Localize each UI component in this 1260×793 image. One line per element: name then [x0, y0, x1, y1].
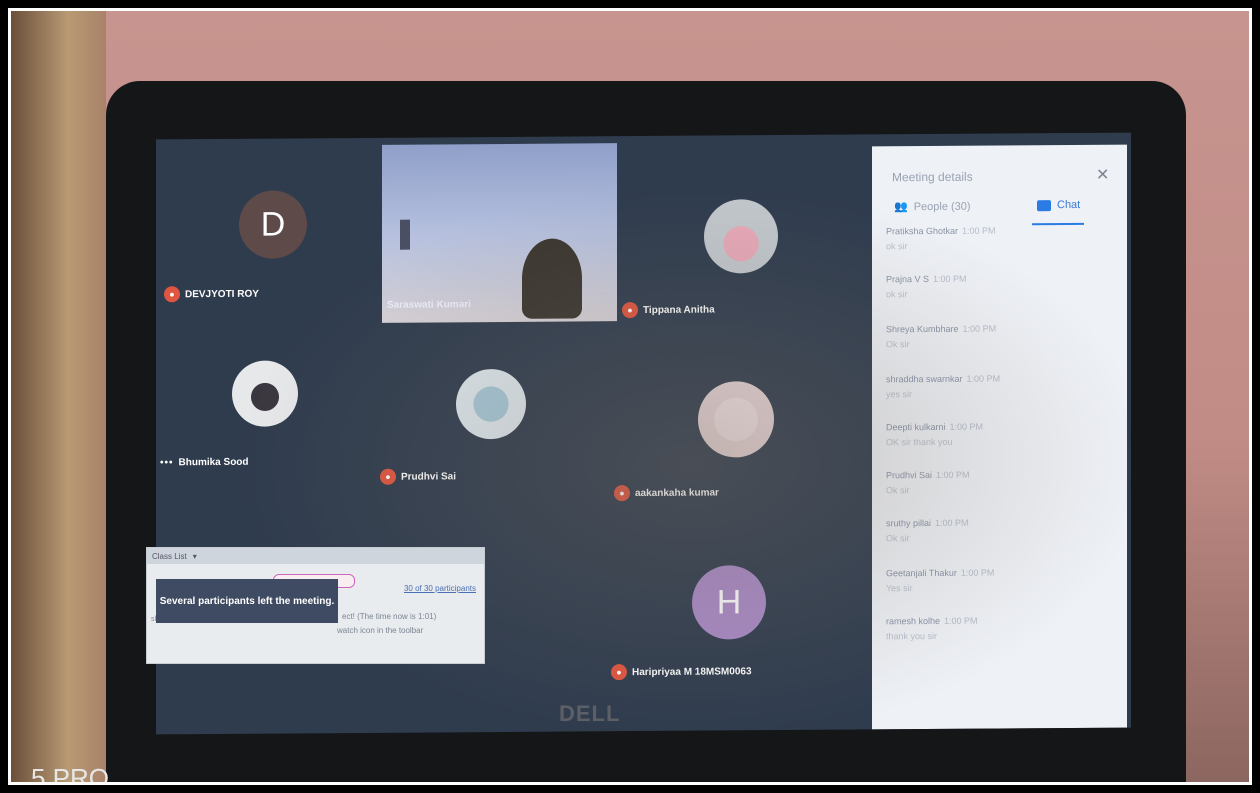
tab-chat-indicator [1032, 222, 1084, 226]
photo-frame: D ● DEVJYOTI ROY Saraswati Kumari ● Tipp… [8, 8, 1252, 785]
laptop-brand-logo: DELL [559, 701, 621, 726]
chat-message: Pratiksha Ghotkar 1:00 PM ok sir [886, 225, 996, 252]
participant-label: Saraswati Kumari [387, 299, 471, 311]
tab-chat[interactable]: Chat [1037, 199, 1080, 211]
participant-label: Prudhvi Sai [401, 470, 457, 483]
participant-name-haripriyaa: ● Haripriyaa M 18MSM0063 [611, 663, 752, 681]
avatar-haripriyaa: H [692, 565, 766, 640]
mic-off-icon: ● [164, 286, 180, 303]
chat-message: Shreya Kumbhare 1:00 PM Ok sir [886, 323, 997, 350]
panel-title: Meeting details [892, 169, 973, 185]
mic-off-icon: ● [622, 302, 638, 319]
chevron-down-icon[interactable]: ▾ [193, 552, 197, 561]
mic-off-icon: ● [611, 664, 627, 681]
chat-message: sruthy pillai 1:00 PM Ok sir [886, 517, 969, 544]
tab-people[interactable]: 👥 People (30) [894, 200, 971, 214]
participant-label: Tippana Anitha [643, 304, 715, 316]
avatar-letter: H [716, 582, 742, 621]
mic-off-icon: ● [380, 468, 396, 485]
wall-switch [400, 219, 410, 250]
chat-message: shraddha swarnkar 1:00 PM yes sir [886, 373, 1001, 400]
person-silhouette [522, 238, 582, 319]
people-icon: 👥 [894, 201, 908, 214]
chat-message: Deepti kulkarni 1:00 PM OK sir thank you [886, 421, 984, 448]
toast-text: Several participants left the meeting. [159, 595, 335, 607]
audio-level-icon: ••• [160, 457, 174, 469]
mic-off-icon: ● [614, 485, 630, 502]
participant-label: Haripriyaa M 18MSM0063 [632, 665, 752, 678]
video-tile-saraswati[interactable]: Saraswati Kumari [382, 143, 617, 323]
extension-notice: ect! (The time now is 1:01) [342, 612, 437, 621]
chat-message: Prajna V S 1:00 PM ok sir [886, 273, 967, 300]
avatar-bhumika [232, 360, 298, 427]
participant-label: DEVJYOTI ROY [185, 288, 259, 300]
participant-label: aakankaha kumar [635, 486, 719, 499]
tab-chat-label: Chat [1057, 198, 1081, 212]
chat-icon [1037, 199, 1051, 211]
extension-label[interactable]: Class List [152, 552, 187, 561]
avatar-devjyoti: D [239, 190, 307, 259]
participant-name-tippana: ● Tippana Anitha [622, 302, 715, 319]
extension-notice-2: watch icon in the toolbar [337, 626, 424, 635]
extension-toolbar: Class List ▾ [147, 548, 484, 564]
participant-name-saraswati: Saraswati Kumari [387, 299, 471, 311]
chat-message: Prudhvi Sai 1:00 PM Ok sir [886, 469, 970, 496]
tab-people-label: People (30) [913, 200, 971, 213]
participant-name-devjyoti: ● DEVJYOTI ROY [164, 286, 259, 303]
close-icon[interactable]: ✕ [1096, 165, 1109, 185]
participant-counter-link[interactable]: 30 of 30 participants [404, 584, 476, 593]
meeting-details-panel: Meeting details ✕ 👥 People (30) Chat Pra… [872, 144, 1127, 730]
chat-message: ramesh kolhe 1:00 PM thank you sir [886, 615, 978, 642]
wall-left [11, 11, 106, 782]
avatar-letter: D [260, 205, 286, 244]
chat-message: Geetanjali Thakur 1:00 PM Yes sir [886, 567, 995, 594]
participant-name-aakankaha: ● aakankaha kumar [614, 484, 719, 502]
avatar-prudhvi [456, 368, 526, 440]
camera-watermark: 5 PRO [31, 763, 110, 785]
participants-left-toast: Several participants left the meeting. [156, 579, 338, 623]
participant-name-bhumika: ••• Bhumika Sood [160, 457, 249, 469]
avatar-aakankaha [698, 381, 774, 458]
participant-label: Bhumika Sood [178, 456, 249, 469]
avatar-tippana [704, 199, 778, 274]
participant-name-prudhvi: ● Prudhvi Sai [380, 468, 456, 485]
